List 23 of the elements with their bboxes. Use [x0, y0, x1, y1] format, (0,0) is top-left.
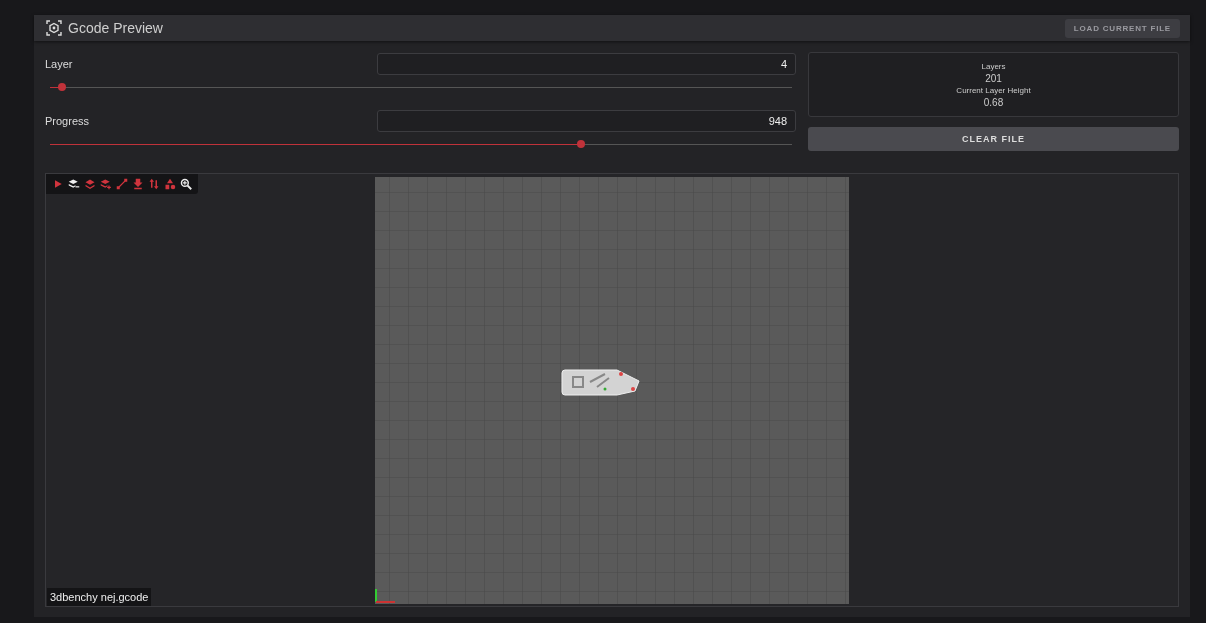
layers-icon[interactable] — [84, 178, 96, 190]
slider-label: Progress — [45, 115, 90, 127]
clear-file-button[interactable]: CLEAR FILE — [808, 127, 1179, 151]
info-label: Layers — [981, 60, 1006, 72]
arrows-up-down-icon[interactable] — [148, 178, 160, 190]
shapes-icon[interactable] — [164, 178, 176, 190]
number-field[interactable]: 948 — [377, 110, 796, 132]
info-value: 0.68 — [983, 95, 1004, 109]
line-segment-icon[interactable] — [116, 178, 128, 190]
panel-title: Gcode Preview — [68, 20, 164, 36]
file-name-label: 3dbenchy nej.gcode — [47, 588, 152, 606]
slider-thumb[interactable] — [577, 140, 586, 148]
number-field[interactable]: 4 — [377, 53, 796, 75]
layers-plus-icon[interactable] — [100, 178, 112, 190]
load-file-button[interactable]: LOAD CURRENT FILE — [1064, 18, 1180, 38]
slider-label: Layer — [45, 58, 73, 70]
slider-thumb[interactable] — [57, 83, 66, 91]
zoom-in-icon[interactable] — [180, 178, 192, 190]
info-label: Current Layer Height — [956, 84, 1031, 96]
layers-minus-icon[interactable] — [68, 178, 80, 190]
play-icon[interactable] — [52, 178, 64, 190]
cube-scan-icon — [46, 20, 62, 36]
info-value: 201 — [985, 71, 1002, 85]
